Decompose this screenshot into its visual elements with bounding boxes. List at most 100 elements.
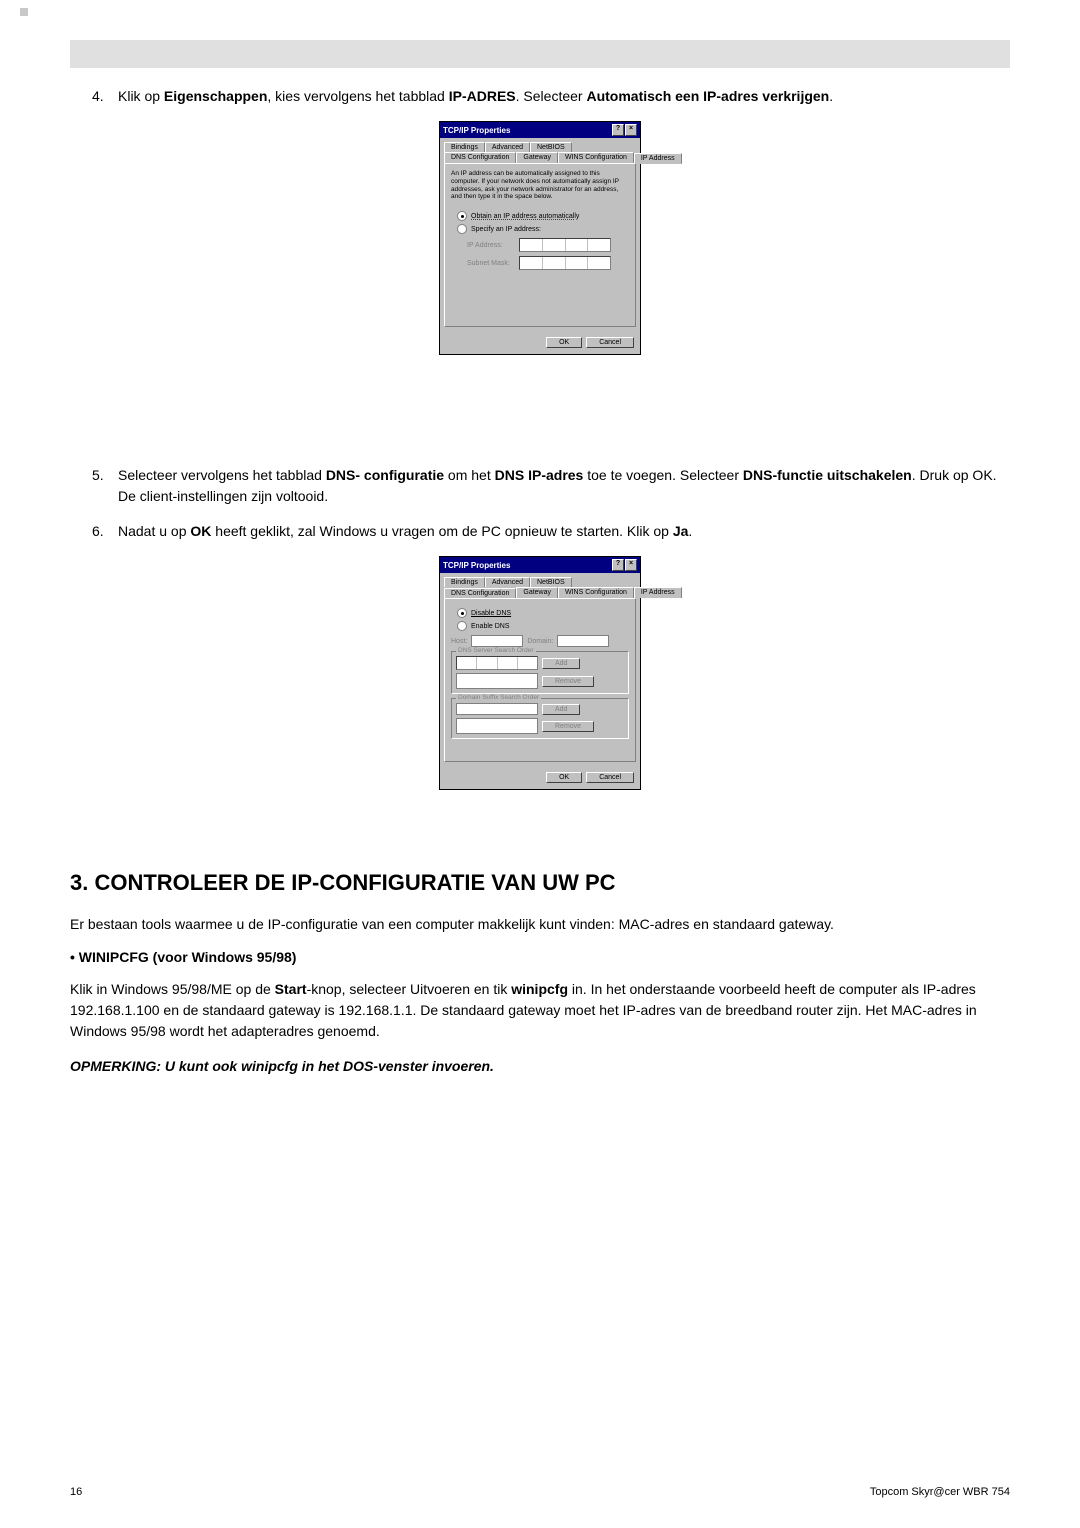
group-label: Domain Suffix Search Order: [456, 694, 541, 701]
t: DNS IP-adres: [495, 467, 584, 483]
tabs-row-1: Bindings Advanced NetBIOS: [440, 573, 640, 587]
dns-list[interactable]: [456, 673, 538, 689]
tab-bindings[interactable]: Bindings: [444, 142, 485, 152]
radio-enable-dns[interactable]: Enable DNS: [457, 621, 629, 631]
ok-button[interactable]: OK: [546, 337, 582, 348]
dialog-title: TCP/IP Properties: [443, 561, 510, 570]
domain-suffix-group: Domain Suffix Search Order Add Remove: [451, 698, 629, 739]
radio-obtain-auto[interactable]: Obtain an IP address automatically: [457, 211, 629, 221]
step-6-text: Nadat u op OK heeft geklikt, zal Windows…: [118, 521, 1010, 542]
tabs-row-1: Bindings Advanced NetBIOS: [440, 138, 640, 152]
tab-dns[interactable]: DNS Configuration: [444, 152, 516, 163]
tab-gateway[interactable]: Gateway: [516, 152, 558, 163]
radio-icon: [457, 621, 467, 631]
radio-icon: [457, 608, 467, 618]
suffix-input[interactable]: [456, 703, 538, 715]
tab-wins[interactable]: WINS Configuration: [558, 152, 634, 163]
dialog-titlebar: TCP/IP Properties ? ×: [440, 557, 640, 573]
add-button[interactable]: Add: [542, 704, 580, 715]
t: Klik op: [118, 88, 164, 104]
tab-advanced[interactable]: Advanced: [485, 142, 530, 152]
dialog-panel: An IP address can be automatically assig…: [444, 163, 636, 327]
t: DNS- configuratie: [326, 467, 444, 483]
tabs-row-2: DNS Configuration Gateway WINS Configura…: [440, 587, 640, 598]
ip-note: An IP address can be automatically assig…: [451, 170, 629, 201]
cancel-button[interactable]: Cancel: [586, 772, 634, 783]
mask-label: Subnet Mask:: [467, 260, 513, 267]
dns-ip-input[interactable]: [456, 656, 538, 670]
radio-icon: [457, 211, 467, 221]
mask-input[interactable]: [519, 256, 611, 270]
tab-netbios[interactable]: NetBIOS: [530, 142, 572, 152]
domain-input[interactable]: [557, 635, 609, 647]
suffix-list[interactable]: [456, 718, 538, 734]
t: .: [829, 88, 833, 104]
radio-specify[interactable]: Specify an IP address:: [457, 224, 629, 234]
close-icon[interactable]: ×: [625, 124, 637, 136]
remove-button[interactable]: Remove: [542, 721, 594, 732]
t: IP-ADRES: [449, 88, 516, 104]
t: Automatisch een IP-adres verkrijgen: [586, 88, 829, 104]
dialog-title: TCP/IP Properties: [443, 126, 510, 135]
add-button[interactable]: Add: [542, 658, 580, 669]
radio-icon: [457, 224, 467, 234]
page-footer: 16 Topcom Skyr@cer WBR 754: [70, 1486, 1010, 1498]
section-3-para1: Er bestaan tools waarmee u de IP-configu…: [70, 914, 1010, 935]
tab-advanced[interactable]: Advanced: [485, 577, 530, 587]
ok-button[interactable]: OK: [546, 772, 582, 783]
section-3-heading: 3. CONTROLEER DE IP-CONFIGURATIE VAN UW …: [70, 870, 1010, 896]
tabs-row-2: DNS Configuration Gateway WINS Configura…: [440, 152, 640, 163]
tab-ipaddress[interactable]: IP Address: [634, 587, 682, 598]
host-input[interactable]: [471, 635, 523, 647]
radio-disable-dns[interactable]: Disable DNS: [457, 608, 629, 618]
t: Selecteer vervolgens het tabblad: [118, 467, 326, 483]
help-icon[interactable]: ?: [612, 559, 624, 571]
tcpip-dialog-ip: TCP/IP Properties ? × Bindings Advanced …: [439, 121, 641, 355]
mask-field-row: Subnet Mask:: [467, 256, 629, 270]
t: Nadat u op: [118, 523, 190, 539]
product-name: Topcom Skyr@cer WBR 754: [870, 1486, 1010, 1498]
tab-ipaddress[interactable]: IP Address: [634, 153, 682, 164]
t: , kies vervolgens het tabblad: [267, 88, 448, 104]
group-label: DNS Server Search Order: [456, 647, 536, 654]
tab-wins[interactable]: WINS Configuration: [558, 587, 634, 598]
section-3-para2: Klik in Windows 95/98/ME op de Start-kno…: [70, 979, 1010, 1042]
radio-label: Specify an IP address:: [471, 226, 541, 233]
step-4-num: 4.: [92, 86, 118, 107]
dialog-panel: Disable DNS Enable DNS Host: Domain: DNS…: [444, 598, 636, 762]
radio-label: Enable DNS: [471, 623, 510, 630]
ip-label: IP Address:: [467, 242, 513, 249]
bullet-text: WINIPCFG (voor Windows 95/98): [75, 949, 297, 965]
close-icon[interactable]: ×: [625, 559, 637, 571]
section-3-note: OPMERKING: U kunt ook winipcfg in het DO…: [70, 1056, 1010, 1077]
help-icon[interactable]: ?: [612, 124, 624, 136]
tab-gateway[interactable]: Gateway: [516, 587, 558, 598]
radio-label: Obtain an IP address automatically: [471, 213, 579, 220]
t: Ja: [673, 523, 689, 539]
dialog-titlebar: TCP/IP Properties ? ×: [440, 122, 640, 138]
t: . Selecteer: [516, 88, 587, 104]
step-5: 5. Selecteer vervolgens het tabblad DNS-…: [92, 465, 1010, 507]
step-6-num: 6.: [92, 521, 118, 542]
remove-button[interactable]: Remove: [542, 676, 594, 687]
domain-label: Domain:: [527, 638, 553, 645]
tab-bindings[interactable]: Bindings: [444, 577, 485, 587]
t: .: [688, 523, 692, 539]
radio-label: Disable DNS: [471, 610, 511, 617]
t: winipcfg: [511, 981, 568, 997]
cancel-button[interactable]: Cancel: [586, 337, 634, 348]
tcpip-dialog-dns: TCP/IP Properties ? × Bindings Advanced …: [439, 556, 641, 790]
winipcfg-bullet: • WINIPCFG (voor Windows 95/98): [70, 949, 1010, 965]
t: DNS-functie uitschakelen: [743, 467, 912, 483]
t: Eigenschappen: [164, 88, 267, 104]
header-bar: [70, 40, 1010, 68]
tab-netbios[interactable]: NetBIOS: [530, 577, 572, 587]
dns-server-group: DNS Server Search Order Add Remove: [451, 651, 629, 694]
corner-mark: [20, 8, 28, 16]
step-5-text: Selecteer vervolgens het tabblad DNS- co…: [118, 465, 1010, 507]
dialog-buttons: OK Cancel: [440, 766, 640, 789]
t: Start: [275, 981, 307, 997]
ip-input[interactable]: [519, 238, 611, 252]
step-4: 4. Klik op Eigenschappen, kies vervolgen…: [92, 86, 1010, 107]
page-number: 16: [70, 1486, 82, 1498]
